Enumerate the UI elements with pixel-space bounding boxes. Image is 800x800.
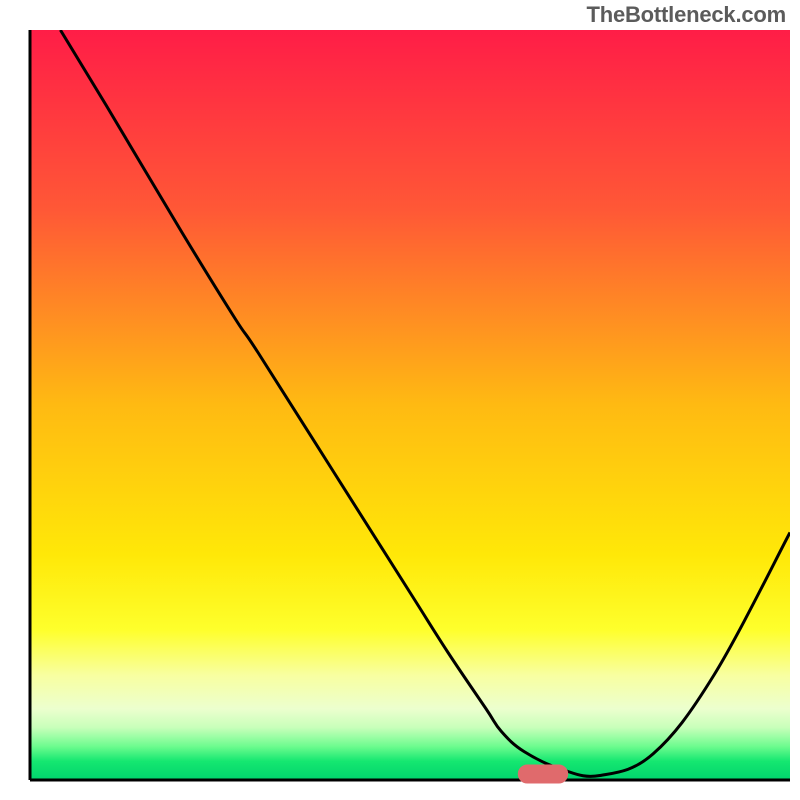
gradient-background bbox=[30, 30, 790, 780]
optimal-point-marker bbox=[518, 765, 567, 783]
chart-canvas bbox=[0, 0, 800, 800]
attribution-text: TheBottleneck.com bbox=[586, 2, 786, 28]
